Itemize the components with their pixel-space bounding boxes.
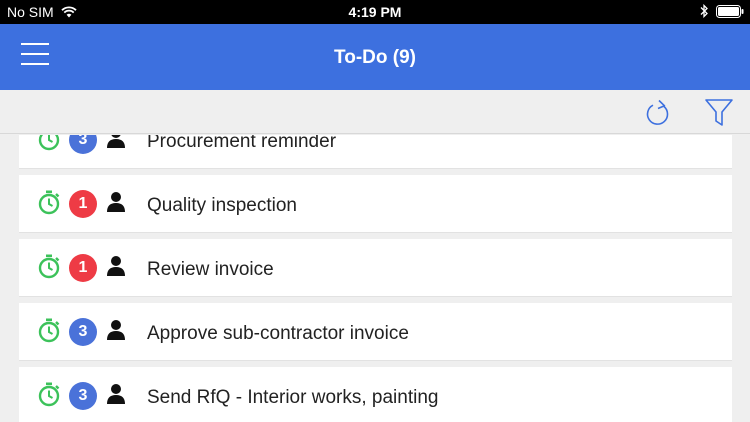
person-icon — [107, 384, 125, 404]
priority-badge: 3 — [69, 135, 97, 154]
person-icon — [107, 320, 125, 340]
task-title: Review invoice — [147, 259, 274, 280]
stopwatch-icon — [38, 382, 60, 407]
battery-icon — [716, 4, 744, 18]
task-title: Quality inspection — [147, 195, 297, 216]
toolbar — [0, 90, 750, 134]
task-list: 3 Procurement reminder 1 Quality inspect… — [0, 135, 750, 422]
status-right — [700, 4, 744, 18]
stopwatch-icon — [38, 135, 60, 151]
stopwatch-icon — [38, 254, 60, 279]
person-icon — [107, 135, 125, 148]
bluetooth-icon — [700, 4, 708, 18]
task-title: Approve sub-contractor invoice — [147, 323, 409, 344]
task-row[interactable]: 3 Approve sub-contractor invoice — [19, 303, 732, 361]
task-title: Procurement reminder — [147, 135, 337, 152]
task-title: Send RfQ - Interior works, painting — [147, 387, 439, 408]
task-row[interactable]: 3 Send RfQ - Interior works, painting — [19, 367, 732, 422]
person-icon — [107, 192, 125, 212]
status-time: 4:19 PM — [348, 4, 402, 20]
task-row[interactable]: 1 Review invoice — [19, 239, 732, 297]
refresh-icon[interactable] — [644, 98, 672, 128]
nav-bar: To-Do (9) — [0, 24, 750, 90]
priority-badge: 3 — [69, 382, 97, 410]
filter-icon[interactable] — [704, 97, 734, 127]
priority-badge: 3 — [69, 318, 97, 346]
status-bar: No SIM 4:19 PM — [0, 0, 750, 24]
task-row[interactable]: 3 Procurement reminder — [19, 135, 732, 169]
priority-badge: 1 — [69, 254, 97, 282]
stopwatch-icon — [38, 190, 60, 215]
page-title: To-Do (9) — [334, 47, 416, 68]
task-row[interactable]: 1 Quality inspection — [19, 175, 732, 233]
priority-badge: 1 — [69, 190, 97, 218]
person-icon — [107, 256, 125, 276]
stopwatch-icon — [38, 318, 60, 343]
